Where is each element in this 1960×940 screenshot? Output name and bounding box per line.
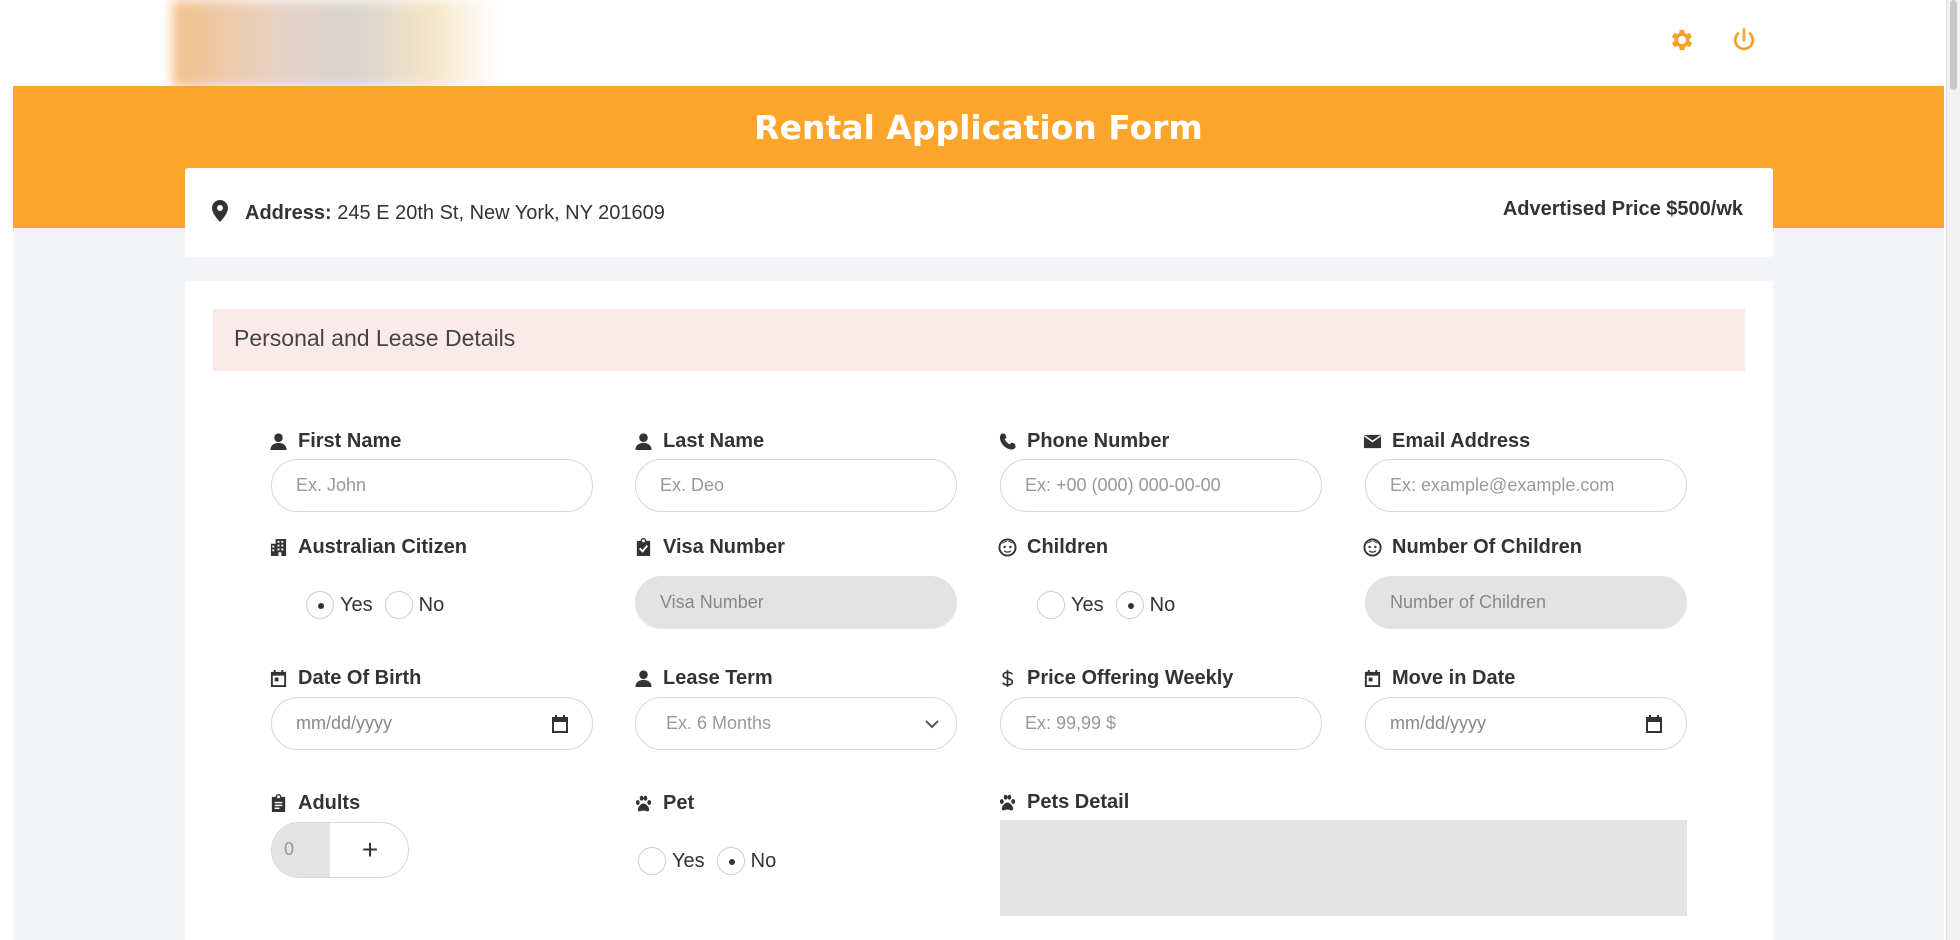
user-icon (270, 433, 287, 451)
phone-input[interactable]: Ex: +00 (000) 000-00-00 (1000, 459, 1322, 512)
clipboard-icon (271, 794, 286, 813)
page-title: Rental Application Form (754, 108, 1203, 147)
dob-input[interactable]: mm/dd/yyyy (271, 697, 593, 750)
visa-label: Visa Number (634, 536, 785, 559)
first-name-label: First Name (269, 430, 401, 453)
move-in-label: Move in Date (1363, 667, 1515, 690)
visa-number-input[interactable]: Visa Number (635, 576, 957, 629)
children-label: Children (998, 536, 1108, 559)
pet-no-label: No (750, 849, 777, 872)
pet-radio-group: Yes No (638, 847, 788, 875)
page-scrollbar[interactable] (1946, 0, 1960, 940)
move-in-input[interactable]: mm/dd/yyyy (1365, 697, 1687, 750)
pet-label: Pet (634, 792, 694, 815)
address-value: 245 E 20th St, New York, NY 201609 (337, 202, 665, 224)
children-yes-label: Yes (1071, 593, 1104, 616)
pet-no-radio[interactable] (716, 847, 745, 875)
number-of-children-label: Number Of Children (1363, 536, 1582, 559)
user-icon (635, 433, 652, 451)
children-no-label: No (1149, 593, 1176, 616)
pets-detail-textarea[interactable] (1000, 820, 1687, 916)
email-input[interactable]: Ex: example@example.com (1365, 459, 1687, 512)
last-name-input[interactable]: Ex. Deo (635, 459, 957, 512)
power-icon[interactable] (1730, 26, 1758, 54)
lease-term-select[interactable]: Ex. 6 Months (635, 697, 957, 750)
number-of-children-input[interactable]: Number of Children (1365, 576, 1687, 629)
phone-icon (999, 433, 1016, 450)
property-address: Address: 245 E 20th St, New York, NY 201… (245, 202, 665, 225)
company-logo[interactable] (172, 0, 498, 88)
address-label: Address: (245, 202, 332, 224)
calendar-icon[interactable] (1644, 714, 1664, 734)
property-info-card: Address: 245 E 20th St, New York, NY 201… (185, 168, 1773, 257)
citizen-yes-label: Yes (340, 593, 373, 616)
pet-yes-label: Yes (672, 849, 705, 872)
adults-increment-button[interactable]: + (330, 823, 408, 877)
dob-label: Date Of Birth (269, 667, 421, 690)
children-yes-radio[interactable] (1037, 591, 1065, 619)
children-no-radio[interactable] (1115, 591, 1144, 619)
scrollbar-thumb[interactable] (1950, 0, 1957, 90)
clipboard-check-icon (636, 538, 651, 557)
paw-icon (635, 795, 652, 812)
calendar-icon (270, 669, 287, 688)
section-header: Personal and Lease Details (213, 309, 1745, 371)
building-icon (270, 538, 287, 557)
adults-stepper[interactable]: 0 + (271, 822, 409, 878)
price-offer-label: Price Offering Weekly (998, 667, 1233, 690)
citizen-label: Australian Citizen (269, 536, 467, 559)
adults-value[interactable]: 0 (272, 823, 330, 877)
user-icon (635, 670, 652, 688)
children-radio-group: Yes No (1037, 591, 1187, 619)
application-form: Personal and Lease Details First Name Ex… (185, 281, 1773, 940)
child-face-icon (998, 538, 1017, 557)
child-face-icon (1363, 538, 1382, 557)
adults-label: Adults (269, 792, 360, 815)
email-label: Email Address (1363, 430, 1530, 453)
top-bar (0, 0, 1960, 88)
price-offer-input[interactable]: Ex: 99,99 $ (1000, 697, 1322, 750)
pets-detail-label: Pets Detail (998, 791, 1129, 814)
first-name-input[interactable]: Ex. John (271, 459, 593, 512)
phone-label: Phone Number (998, 430, 1169, 453)
gear-icon[interactable] (1668, 26, 1696, 54)
map-pin-icon (211, 200, 229, 222)
lease-term-label: Lease Term (634, 667, 773, 690)
chevron-down-icon (925, 720, 939, 729)
pet-yes-radio[interactable] (638, 847, 666, 875)
dollar-icon (1002, 669, 1014, 688)
citizen-no-label: No (418, 593, 445, 616)
advertised-price: Advertised Price $500/wk (1502, 198, 1743, 220)
calendar-icon[interactable] (550, 714, 570, 734)
citizen-no-radio[interactable] (384, 591, 413, 619)
citizen-yes-radio[interactable] (306, 591, 334, 619)
paw-icon (999, 794, 1016, 811)
last-name-label: Last Name (634, 430, 764, 453)
calendar-icon (1364, 669, 1381, 688)
citizen-radio-group: Yes No (306, 591, 456, 619)
envelope-icon (1363, 434, 1382, 449)
